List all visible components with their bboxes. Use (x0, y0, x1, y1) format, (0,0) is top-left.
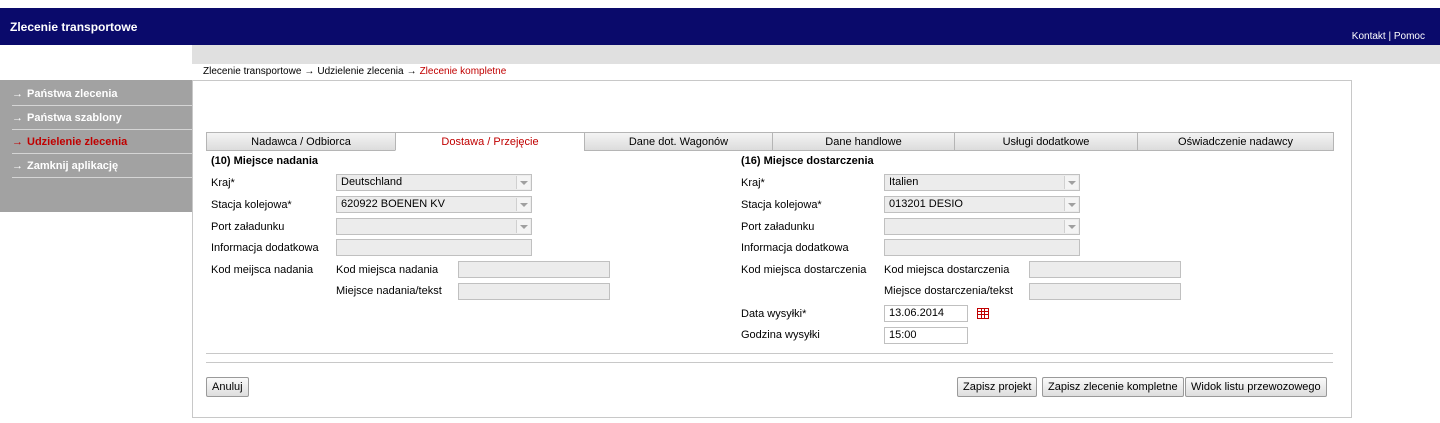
shipment-time-field[interactable]: 15:00 (884, 327, 968, 344)
sidebar-item-your-templates[interactable]: → Państwa szablony (12, 106, 192, 130)
chevron-down-icon (1064, 176, 1078, 189)
sidebar-item-label: Zamknij aplikację (27, 160, 119, 172)
sidebar-item-place-order[interactable]: → Udzielenie zlecenia (12, 130, 192, 154)
divider (206, 362, 1333, 363)
contact-link[interactable]: Kontakt (1352, 31, 1386, 42)
sidebar-item-your-orders[interactable]: → Państwa zlecenia (12, 82, 192, 106)
breadcrumb-arrow-icon: → (304, 66, 315, 77)
breadcrumb-item-commission[interactable]: Udzielenie zlecenia (317, 66, 403, 77)
destination-country-value: Italien (889, 176, 919, 188)
destination-station-value: 013201 DESIO (889, 198, 963, 210)
save-complete-order-button[interactable]: Zapisz zlecenie kompletne (1042, 377, 1184, 397)
origin-station-label: Stacja kolejowa* (211, 199, 292, 211)
top-links-separator: | (1388, 31, 1392, 42)
calendar-icon[interactable] (977, 308, 989, 319)
tab-sender-recipient[interactable]: Nadawca / Odbiorca (206, 132, 396, 151)
destination-country-select[interactable]: Italien (884, 174, 1080, 191)
origin-country-select[interactable]: Deutschland (336, 174, 532, 191)
divider (206, 353, 1333, 354)
sidebar-item-close-app[interactable]: → Zamknij aplikację (12, 154, 192, 178)
waybill-view-button[interactable]: Widok listu przewozowego (1185, 377, 1327, 397)
destination-info-field[interactable] (884, 239, 1080, 256)
destination-port-label: Port załadunku (741, 221, 815, 233)
tab-wagon-data[interactable]: Dane dot. Wagonów (584, 132, 773, 151)
destination-port-select[interactable] (884, 218, 1080, 235)
destination-text-field[interactable] (1029, 283, 1181, 300)
top-links: Kontakt | Pomoc (1352, 31, 1425, 42)
sidebar-item-label: Państwa zlecenia (27, 88, 118, 100)
sub-header-bar (192, 45, 1440, 64)
tab-delivery-pickup[interactable]: Dostawa / Przejęcie (395, 132, 585, 151)
breadcrumb: Zlecenie transportowe → Udzielenie zleceni… (203, 66, 506, 77)
breadcrumb-item-current: Zlecenie kompletne (419, 66, 507, 77)
arrow-right-icon: → (12, 112, 23, 124)
origin-text-field[interactable] (458, 283, 610, 300)
chevron-down-icon (516, 176, 530, 189)
destination-info-label: Informacja dodatkowa (741, 242, 849, 254)
chevron-down-icon (1064, 220, 1078, 233)
main-panel: Nadawca / Odbiorca Dostawa / Przejęcie D… (192, 80, 1352, 418)
chevron-down-icon (516, 198, 530, 211)
tab-additional-services[interactable]: Usługi dodatkowe (954, 132, 1138, 151)
sidebar-item-label: Państwa szablony (27, 112, 122, 124)
app-title: Zlecenie transportowe (10, 20, 138, 34)
breadcrumb-arrow-icon: → (406, 66, 417, 77)
destination-code-group-label: Kod miejsca dostarczenia (741, 264, 867, 276)
arrow-right-icon: → (12, 88, 23, 100)
origin-code-label: Kod miejsca nadania (336, 264, 439, 276)
destination-code-label: Kod miejsca dostarczenia (884, 264, 1010, 276)
shipment-time-label: Godzina wysyłki (741, 329, 820, 341)
destination-code-field[interactable] (1029, 261, 1181, 278)
origin-code-group-label: Kod meijsca nadania (211, 264, 314, 276)
origin-code-field[interactable] (458, 261, 610, 278)
destination-country-label: Kraj* (741, 177, 765, 189)
chevron-down-icon (516, 220, 530, 233)
chevron-down-icon (1064, 198, 1078, 211)
origin-text-label: Miejsce nadania/tekst (336, 285, 442, 297)
origin-station-value: 620922 BOENEN KV (341, 198, 445, 210)
help-link[interactable]: Pomoc (1394, 31, 1425, 42)
top-header-bar: Zlecenie transportowe Kontakt | Pomoc (0, 8, 1440, 45)
sidebar: → Państwa zlecenia → Państwa szablony → Udz… (0, 80, 192, 212)
tab-sender-declaration[interactable]: Oświadczenie nadawcy (1137, 132, 1334, 151)
origin-info-label: Informacja dodatkowa (211, 242, 319, 254)
save-draft-button[interactable]: Zapisz projekt (957, 377, 1038, 397)
origin-country-label: Kraj* (211, 177, 235, 189)
breadcrumb-item-order[interactable]: Zlecenie transportowe (203, 66, 301, 77)
shipment-date-label: Data wysyłki* (741, 308, 807, 320)
origin-info-field[interactable] (336, 239, 532, 256)
arrow-right-icon: → (12, 136, 23, 148)
destination-text-label: Miejsce dostarczenia/tekst (884, 285, 1013, 297)
shipment-date-field[interactable]: 13.06.2014 (884, 305, 968, 322)
origin-station-select[interactable]: 620922 BOENEN KV (336, 196, 532, 213)
tab-commercial-data[interactable]: Dane handlowe (772, 132, 955, 151)
origin-country-value: Deutschland (341, 176, 403, 188)
cancel-button[interactable]: Anuluj (206, 377, 249, 397)
destination-station-select[interactable]: 013201 DESIO (884, 196, 1080, 213)
destination-station-label: Stacja kolejowa* (741, 199, 822, 211)
sidebar-item-label: Udzielenie zlecenia (27, 136, 128, 148)
origin-port-label: Port załadunku (211, 221, 285, 233)
arrow-right-icon: → (12, 160, 23, 172)
origin-section-title: (10) Miejsce nadania (211, 155, 318, 167)
origin-port-select[interactable] (336, 218, 532, 235)
destination-section-title: (16) Miejsce dostarczenia (741, 155, 874, 167)
